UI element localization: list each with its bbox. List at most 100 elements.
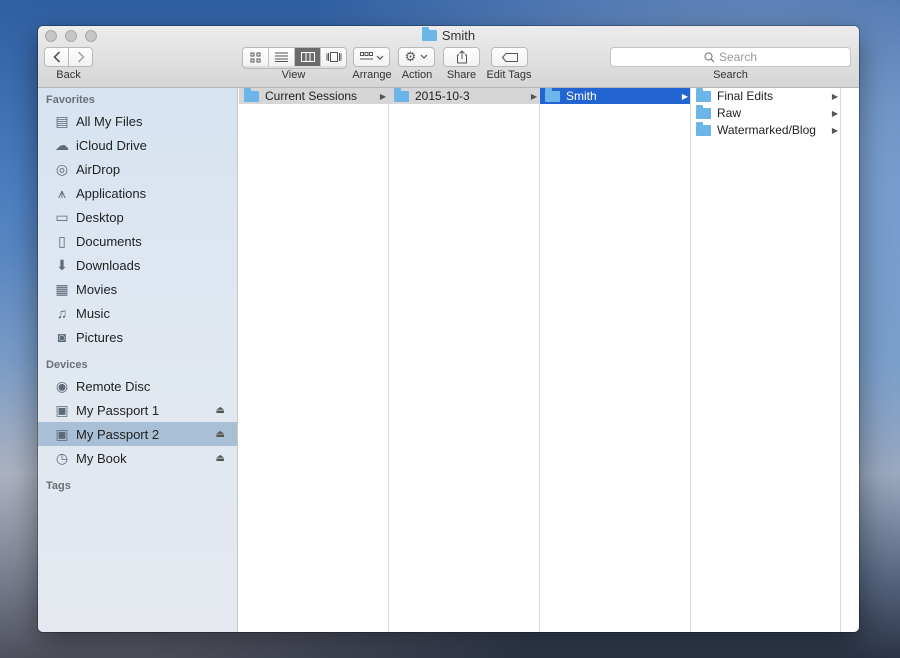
folder-icon — [244, 87, 259, 102]
arrange-label: Arrange — [352, 69, 392, 81]
browser-column-5 — [841, 88, 859, 632]
sidebar-item-label: My Passport 1 — [76, 402, 160, 418]
action-button[interactable]: ⚙ — [398, 47, 435, 67]
sidebar: Favorites ▤ All My Files ☁ iCloud Drive … — [38, 88, 238, 632]
sidebar-item-all-my-files[interactable]: ▤ All My Files — [38, 109, 237, 133]
sidebar-item-label: Downloads — [76, 257, 141, 273]
sidebar-item-label: Movies — [76, 281, 118, 297]
share-label: Share — [446, 69, 477, 81]
drive-icon: ▣ — [55, 425, 69, 442]
disclosure-arrow-icon: ▶ — [831, 125, 838, 135]
back-button[interactable] — [44, 47, 69, 67]
edit-tags-button[interactable] — [491, 47, 528, 67]
sidebar-item-label: Music — [76, 305, 110, 321]
cover-flow-button[interactable] — [321, 48, 346, 66]
columns-icon — [300, 52, 315, 62]
sidebar-item-label: All My Files — [76, 113, 143, 129]
eject-icon[interactable]: ⏏ — [216, 405, 225, 416]
folder-icon — [696, 121, 711, 136]
list-view-button[interactable] — [269, 48, 295, 66]
chevron-down-icon — [420, 54, 428, 59]
disclosure-arrow-icon: ▶ — [379, 91, 386, 101]
column-view-button[interactable] — [295, 48, 321, 66]
back-label: Back — [56, 69, 81, 81]
chevron-right-icon — [77, 51, 85, 63]
sidebar-item-applications[interactable]: ⩚ Applications — [38, 181, 237, 205]
pictures-icon: ◙ — [57, 329, 67, 345]
sidebar-item-airdrop[interactable]: ◎ AirDrop — [38, 157, 237, 181]
browser-column-1: Current Sessions ▶ — [239, 87, 389, 632]
sidebar-item-my-passport-2[interactable]: ▣ My Passport 2 ⏏ — [38, 422, 237, 446]
list-item[interactable]: Final Edits ▶ — [691, 87, 840, 104]
sidebar-item-label: Desktop — [76, 209, 124, 225]
sidebar-item-movies[interactable]: ▦ Movies — [38, 277, 237, 301]
browser-column-4: Final Edits ▶ Raw ▶ Watermarked/Blog ▶ — [691, 87, 841, 632]
edit-tags-label: Edit Tags — [486, 69, 532, 81]
sidebar-item-music[interactable]: ♫ Music — [38, 301, 237, 325]
list-item[interactable]: Watermarked/Blog ▶ — [691, 121, 840, 138]
search-input[interactable]: Search — [610, 47, 851, 67]
search-label: Search — [713, 69, 748, 81]
sidebar-item-label: My Book — [76, 450, 127, 466]
view-label: View — [281, 69, 306, 81]
item-label: Raw — [717, 106, 742, 120]
drive-icon: ▣ — [55, 401, 69, 418]
airdrop-icon: ◎ — [55, 160, 69, 177]
sidebar-item-remote-disc[interactable]: ◉ Remote Disc — [38, 374, 237, 398]
list-item[interactable]: Raw ▶ — [691, 104, 840, 121]
sidebar-item-label: Remote Disc — [76, 378, 151, 394]
action-label: Action — [401, 69, 433, 81]
sidebar-item-label: Documents — [76, 233, 142, 249]
arrange-button[interactable] — [353, 47, 390, 67]
downloads-icon: ⬇ — [56, 256, 68, 273]
sidebar-item-my-passport-1[interactable]: ▣ My Passport 1 ⏏ — [38, 398, 237, 422]
sidebar-item-label: AirDrop — [76, 161, 121, 177]
folder-icon — [421, 27, 437, 41]
search-placeholder: Search — [718, 50, 758, 64]
music-icon: ♫ — [56, 305, 68, 321]
window-title: Smith — [38, 27, 859, 43]
icon-view-button[interactable] — [243, 48, 269, 66]
disclosure-arrow-icon: ▶ — [831, 108, 838, 118]
browser-column-2: 2015-10-3 ▶ — [389, 87, 540, 632]
desktop-icon: ▭ — [55, 208, 69, 225]
item-label: 2015-10-3 — [415, 89, 470, 103]
folder-icon — [696, 87, 711, 102]
chevron-left-icon — [52, 51, 60, 63]
item-label: Smith — [566, 89, 597, 103]
sidebar-item-label: iCloud Drive — [76, 137, 147, 153]
cover-flow-icon — [326, 52, 341, 62]
toolbar: Smith Back View Arrange ⚙ Action Share E… — [38, 26, 859, 88]
sidebar-section-favorites: Favorites — [46, 94, 95, 106]
list-icon — [275, 52, 288, 62]
sidebar-item-label: My Passport 2 — [76, 426, 160, 442]
disclosure-arrow-icon: ▶ — [831, 91, 838, 101]
gear-icon: ⚙ — [404, 49, 417, 64]
sidebar-section-devices: Devices — [46, 359, 88, 371]
applications-icon: ⩚ — [58, 184, 66, 201]
sidebar-item-icloud-drive[interactable]: ☁ iCloud Drive — [38, 133, 237, 157]
sidebar-item-pictures[interactable]: ◙ Pictures — [38, 325, 237, 349]
browser-column-3: Smith ▶ — [540, 87, 691, 632]
sidebar-item-label: Pictures — [76, 329, 123, 345]
finder-window: Smith Back View Arrange ⚙ Action Share E… — [38, 26, 859, 632]
arrange-icon — [359, 52, 383, 60]
sidebar-item-desktop[interactable]: ▭ Desktop — [38, 205, 237, 229]
eject-icon[interactable]: ⏏ — [216, 453, 225, 464]
eject-icon[interactable]: ⏏ — [216, 429, 225, 440]
grid-icon — [250, 52, 261, 62]
list-item[interactable]: Smith ▶ — [540, 87, 690, 104]
item-label: Final Edits — [717, 89, 774, 103]
time-machine-drive-icon: ◷ — [55, 449, 69, 466]
documents-icon: ▯ — [58, 232, 66, 249]
list-item[interactable]: 2015-10-3 ▶ — [389, 87, 539, 104]
sidebar-item-documents[interactable]: ▯ Documents — [38, 229, 237, 253]
movies-icon: ▦ — [55, 280, 69, 297]
disclosure-arrow-icon: ▶ — [681, 91, 688, 101]
sidebar-item-my-book[interactable]: ◷ My Book ⏏ — [38, 446, 237, 470]
forward-button[interactable] — [68, 47, 93, 67]
share-button[interactable] — [443, 47, 480, 67]
window-title-text: Smith — [441, 28, 476, 43]
sidebar-item-downloads[interactable]: ⬇ Downloads — [38, 253, 237, 277]
list-item[interactable]: Current Sessions ▶ — [239, 87, 388, 104]
